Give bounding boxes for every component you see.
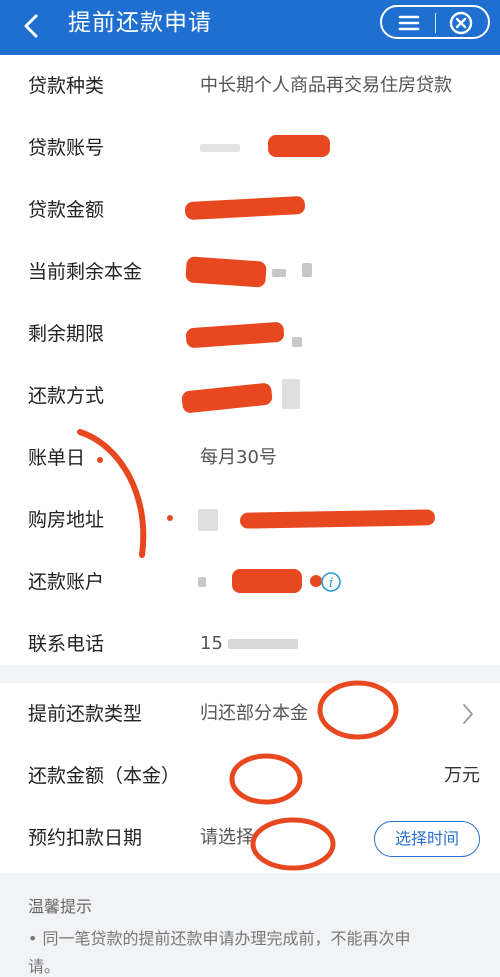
redaction-mark: [181, 382, 273, 414]
debit-date-value: 请选择: [200, 827, 254, 848]
info-row-remaining-principal: 当前剩余本金: [0, 241, 500, 303]
info-icon: i: [321, 572, 341, 592]
phone-label: 联系电话: [28, 633, 105, 655]
info-row-repayment-method: 还款方式: [0, 365, 500, 427]
page-title: 提前还款申请: [68, 10, 212, 36]
blurred-text: [272, 269, 286, 277]
account-info-button[interactable]: i: [320, 571, 342, 593]
svg-text:i: i: [329, 576, 333, 591]
amount-unit: 万元: [444, 765, 480, 786]
menu-button[interactable]: [396, 11, 422, 35]
blurred-text: [282, 379, 300, 409]
blurred-text: [302, 263, 312, 277]
app-header: 提前还款申请: [0, 0, 500, 55]
debit-date-label: 预约扣款日期: [28, 827, 143, 849]
info-row-loan-amount: 贷款金额: [0, 179, 500, 241]
property-address-label: 购房地址: [28, 509, 105, 531]
loan-amount-label: 贷款金额: [28, 199, 105, 221]
select-time-button[interactable]: 选择时间: [374, 821, 480, 857]
redaction-mark: [184, 195, 306, 221]
back-button[interactable]: [14, 8, 50, 44]
repayment-amount-label: 还款金额（本金）: [28, 765, 181, 787]
loan-info-section: 贷款种类 中长期个人商品再交易住房贷款 贷款账号 贷款金额 当前剩余本金 剩余期…: [0, 55, 500, 665]
repayment-amount-row: 还款金额（本金） 万元: [0, 745, 500, 807]
repayment-account-label: 还款账户: [28, 571, 105, 593]
chevron-right-icon: [463, 704, 473, 724]
close-button[interactable]: [448, 10, 474, 36]
billing-day-value: 每月30号: [200, 447, 277, 468]
loan-type-value: 中长期个人商品再交易住房贷款: [200, 75, 452, 96]
loan-type-label: 贷款种类: [28, 75, 105, 97]
info-row-billing-day: 账单日 每月30号: [0, 427, 500, 489]
blurred-text: [198, 509, 218, 531]
menu-icon: [398, 15, 420, 31]
prepayment-type-value: 归还部分本金: [200, 703, 308, 724]
repayment-amount-input[interactable]: [200, 757, 430, 795]
prepayment-type-row[interactable]: 提前还款类型 归还部分本金: [0, 683, 500, 745]
remaining-principal-label: 当前剩余本金: [28, 261, 143, 283]
prepayment-type-label: 提前还款类型: [28, 703, 143, 725]
info-row-loan-account: 贷款账号: [0, 117, 500, 179]
info-row-loan-type: 贷款种类 中长期个人商品再交易住房贷款: [0, 55, 500, 117]
info-row-remaining-term: 剩余期限: [0, 303, 500, 365]
debit-date-row: 预约扣款日期 请选择 选择时间: [0, 807, 500, 869]
redaction-mark: [268, 135, 330, 157]
blurred-text: [200, 144, 240, 152]
redaction-mark: [232, 569, 302, 593]
info-row-repayment-account: 还款账户 i: [0, 551, 500, 613]
repayment-method-label: 还款方式: [28, 385, 105, 407]
redaction-mark: [185, 321, 285, 349]
prepayment-form-section: 提前还款类型 归还部分本金 还款金额（本金） 万元 预约扣款日期 请选择 选择时…: [0, 683, 500, 873]
chevron-left-icon: [24, 14, 38, 38]
header-divider: [435, 13, 436, 33]
tips-title: 温馨提示: [28, 897, 93, 916]
info-row-property-address: 购房地址: [0, 489, 500, 551]
phone-value: 15: [200, 633, 223, 654]
redaction-mark: [239, 509, 436, 529]
redaction-mark: [185, 256, 267, 288]
info-row-phone: 联系电话 15: [0, 613, 500, 675]
remaining-term-label: 剩余期限: [28, 323, 105, 345]
blurred-text: [228, 639, 298, 649]
header-actions: [380, 5, 490, 39]
billing-day-label: 账单日: [28, 447, 86, 469]
loan-account-label: 贷款账号: [28, 137, 105, 159]
tips-text-line-1: • 同一笔贷款的提前还款申请办理完成前，不能再次申: [28, 929, 411, 948]
blurred-text: [292, 337, 302, 347]
tips-text-line-2: 请。: [28, 957, 61, 976]
blurred-text: [198, 577, 206, 587]
close-circle-icon: [449, 11, 473, 35]
